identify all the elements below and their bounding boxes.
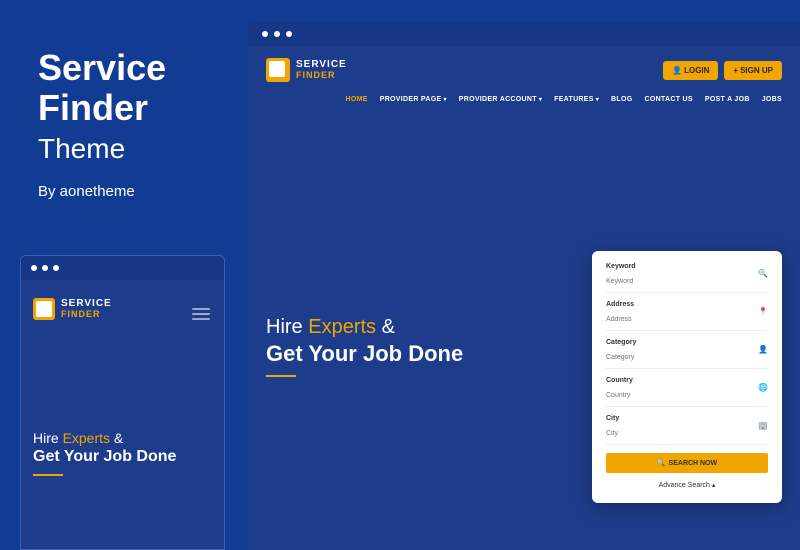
category-label: Category bbox=[606, 339, 768, 346]
chevron-up-icon: ▴ bbox=[712, 482, 716, 489]
nav-label: PROVIDER ACCOUNT bbox=[459, 96, 537, 103]
logo-text-1: SERVICE bbox=[61, 299, 112, 309]
title-line1: Service bbox=[38, 48, 166, 88]
window-dot bbox=[274, 31, 280, 37]
country-label: Country bbox=[606, 377, 768, 384]
user-icon: 👤 bbox=[672, 66, 682, 75]
advance-search-link[interactable]: Advance Search ▴ bbox=[606, 481, 768, 489]
hero-amp: & bbox=[110, 430, 123, 446]
signup-label: SIGN UP bbox=[740, 66, 773, 75]
city-label: City bbox=[606, 415, 768, 422]
search-icon: 🔍 bbox=[758, 269, 768, 278]
hamburger-icon[interactable] bbox=[192, 308, 210, 320]
hero-underline bbox=[266, 375, 296, 377]
nav-label: PROVIDER PAGE bbox=[380, 96, 442, 103]
title-author: By aonetheme bbox=[38, 183, 166, 200]
nav-post-job[interactable]: POST A JOB bbox=[705, 96, 750, 103]
field-address: Address 📍 bbox=[606, 301, 768, 331]
mobile-titlebar bbox=[21, 256, 224, 280]
keyword-input[interactable] bbox=[606, 278, 768, 285]
nav-features[interactable]: FEATURES▾ bbox=[554, 96, 599, 103]
address-label: Address bbox=[606, 301, 768, 308]
search-button-label: SEARCH NOW bbox=[669, 460, 718, 467]
plus-icon: + bbox=[733, 66, 738, 75]
mobile-hero: Hire Experts & Get Your Job Done bbox=[33, 430, 212, 476]
hero-hire: Hire bbox=[33, 430, 63, 446]
nav-blog[interactable]: BLOG bbox=[611, 96, 632, 103]
nav-contact[interactable]: CONTACT US bbox=[644, 96, 692, 103]
logo-text-2: FINDER bbox=[296, 70, 347, 80]
field-category: Category 👤 bbox=[606, 339, 768, 369]
page-title-block: Service Finder Theme By aonetheme bbox=[38, 48, 166, 200]
desktop-preview: SERVICE FINDER 👤LOGIN +SIGN UP HOME PROV… bbox=[248, 22, 800, 550]
mobile-logo[interactable]: SERVICE FINDER bbox=[33, 298, 212, 320]
window-dot bbox=[31, 265, 37, 271]
logo-text-2: FINDER bbox=[61, 309, 112, 319]
search-button[interactable]: 🔍SEARCH NOW bbox=[606, 453, 768, 473]
title-line2: Finder bbox=[38, 88, 166, 128]
hero-line2: Get Your Job Done bbox=[266, 341, 463, 367]
keyword-label: Keyword bbox=[606, 263, 768, 270]
hero-experts: Experts bbox=[63, 430, 110, 446]
nav-home[interactable]: HOME bbox=[346, 96, 368, 103]
hero-underline bbox=[33, 474, 63, 476]
desktop-titlebar bbox=[248, 22, 800, 46]
desktop-hero: Hire Experts & Get Your Job Done bbox=[266, 316, 463, 377]
search-panel: Keyword 🔍 Address 📍 Category 👤 Country 🌐 bbox=[592, 251, 782, 503]
location-icon: 📍 bbox=[758, 307, 768, 316]
title-sub: Theme bbox=[38, 133, 166, 165]
window-dot bbox=[286, 31, 292, 37]
window-dot bbox=[53, 265, 59, 271]
logo-text-1: SERVICE bbox=[296, 60, 347, 70]
chevron-down-icon: ▾ bbox=[539, 96, 542, 103]
hero-hire: Hire bbox=[266, 316, 308, 338]
nav-jobs[interactable]: JOBS bbox=[762, 96, 782, 103]
category-input[interactable] bbox=[606, 354, 768, 361]
nav-label: FEATURES bbox=[554, 96, 594, 103]
window-dot bbox=[262, 31, 268, 37]
chevron-down-icon: ▾ bbox=[443, 96, 446, 103]
field-keyword: Keyword 🔍 bbox=[606, 263, 768, 293]
nav-provider-page[interactable]: PROVIDER PAGE▾ bbox=[380, 96, 447, 103]
logo-icon bbox=[33, 298, 55, 320]
chevron-down-icon: ▾ bbox=[596, 96, 599, 103]
hero-amp: & bbox=[376, 316, 395, 338]
desktop-logo[interactable]: SERVICE FINDER bbox=[266, 58, 347, 82]
hero-experts: Experts bbox=[308, 316, 376, 338]
mobile-preview: SERVICE FINDER Hire Experts & Get Your J… bbox=[20, 255, 225, 550]
search-icon: 🔍 bbox=[657, 459, 666, 467]
window-dot bbox=[42, 265, 48, 271]
main-nav: HOME PROVIDER PAGE▾ PROVIDER ACCOUNT▾ FE… bbox=[248, 82, 800, 103]
hero-line2: Get Your Job Done bbox=[33, 448, 212, 466]
city-input[interactable] bbox=[606, 430, 768, 437]
nav-provider-account[interactable]: PROVIDER ACCOUNT▾ bbox=[459, 96, 542, 103]
user-icon: 👤 bbox=[758, 345, 768, 354]
field-country: Country 🌐 bbox=[606, 377, 768, 407]
address-input[interactable] bbox=[606, 316, 768, 323]
country-input[interactable] bbox=[606, 392, 768, 399]
field-city: City 🏢 bbox=[606, 415, 768, 445]
login-button[interactable]: 👤LOGIN bbox=[663, 61, 718, 80]
logo-icon bbox=[266, 58, 290, 82]
login-label: LOGIN bbox=[684, 66, 709, 75]
building-icon: 🏢 bbox=[758, 421, 768, 430]
globe-icon: 🌐 bbox=[758, 383, 768, 392]
advance-label: Advance Search bbox=[659, 482, 710, 489]
signup-button[interactable]: +SIGN UP bbox=[724, 61, 782, 80]
